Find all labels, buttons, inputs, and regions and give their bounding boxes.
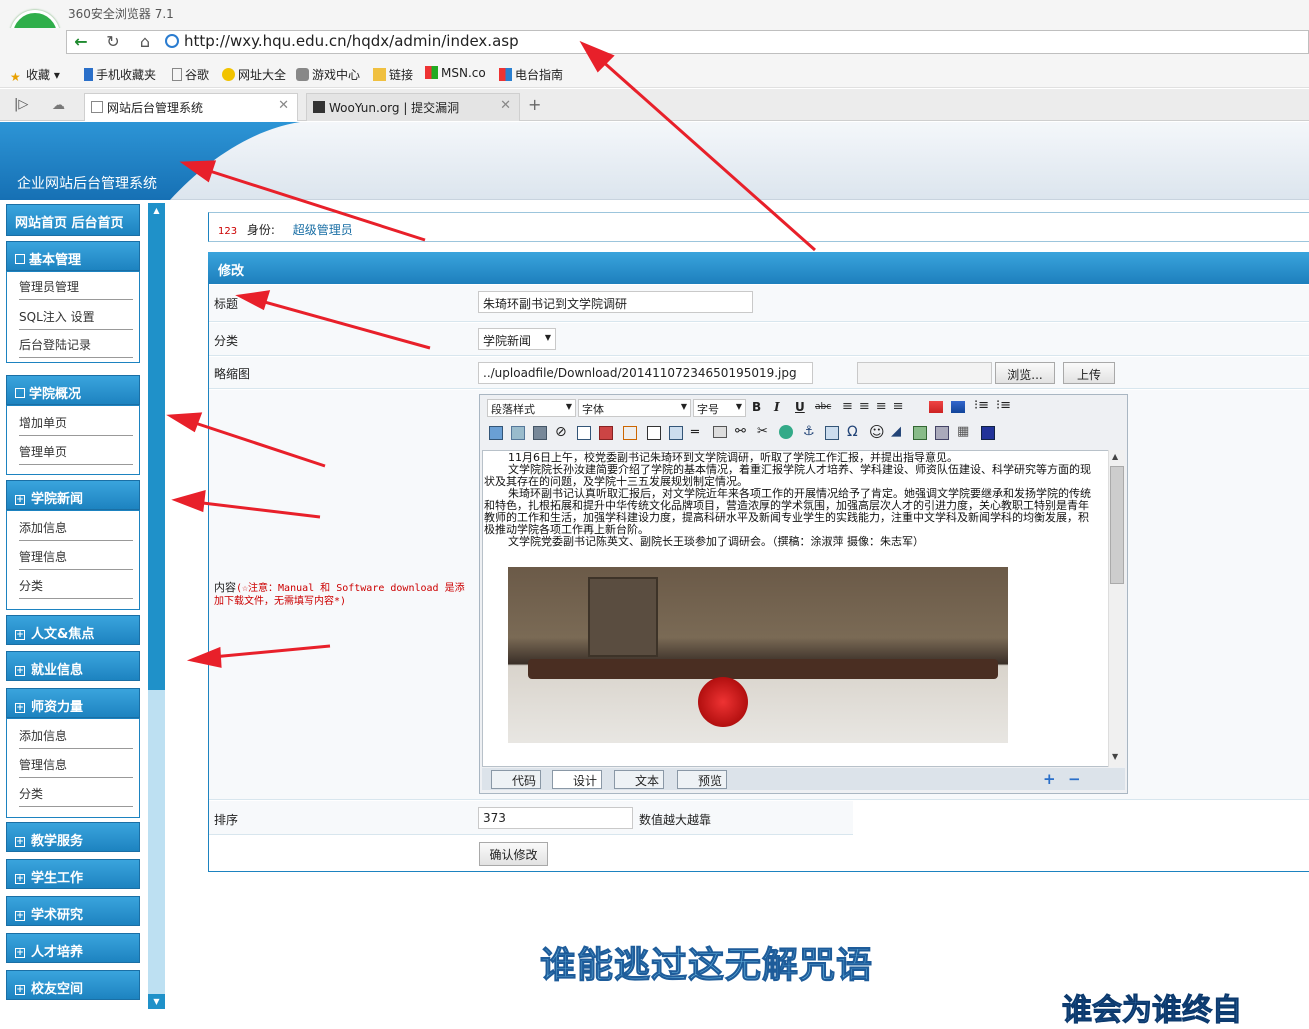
arrowhead <box>166 412 203 433</box>
arrow-to-system-name <box>193 164 426 242</box>
annotation-arrows <box>166 40 816 668</box>
arrow-to-title <box>249 296 431 350</box>
overlay-caption-2: 谁会为谁终自 <box>1062 993 1243 1029</box>
arrowhead <box>186 646 222 668</box>
arrowhead <box>179 160 217 183</box>
arrow-to-overview <box>179 416 326 468</box>
arrow-to-employment <box>201 644 331 660</box>
arrowhead <box>171 489 206 513</box>
arrow-to-url <box>591 50 816 252</box>
arrow-to-news <box>185 499 321 519</box>
overlay-caption: 谁能逃过这无解咒语 <box>539 945 874 987</box>
arrowhead <box>235 290 271 311</box>
